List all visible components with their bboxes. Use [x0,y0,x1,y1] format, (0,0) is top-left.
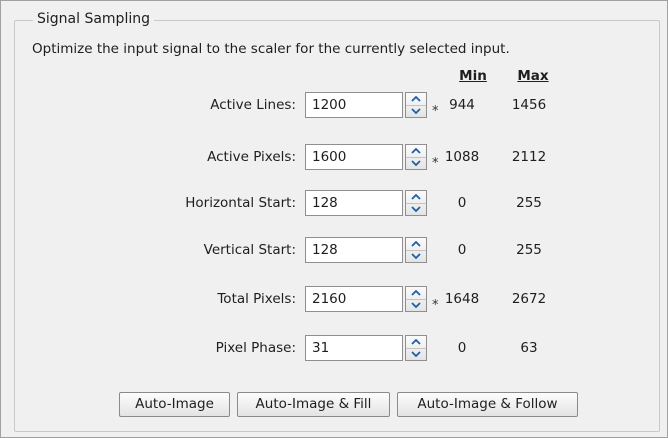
chevron-down-icon[interactable] [406,157,426,169]
horizontal-start-spinner[interactable] [405,190,427,216]
signal-sampling-panel: Signal Sampling Optimize the input signa… [0,0,668,438]
active-pixels-spinner[interactable] [405,144,427,170]
total-pixels-min: 1648 [444,291,480,307]
active-pixels-min: 1088 [444,149,480,165]
min-column-header: Min [459,68,487,84]
active-pixels-input[interactable] [305,144,403,170]
group-title: Signal Sampling [33,11,154,28]
horizontal-start-input[interactable] [305,190,403,216]
vertical-start-spinner[interactable] [405,237,427,263]
total-pixels-spinner[interactable] [405,286,427,312]
chevron-down-icon[interactable] [406,250,426,262]
chevron-down-icon[interactable] [406,299,426,311]
horizontal-start-label: Horizontal Start: [185,195,296,211]
max-column-header: Max [517,68,549,84]
chevron-down-icon[interactable] [406,203,426,215]
horizontal-start-max: 255 [516,195,542,211]
pixel-phase-max: 63 [520,340,538,356]
vertical-start-label: Vertical Start: [203,242,296,258]
auto-image-button[interactable]: Auto-Image [119,392,230,417]
auto-image-follow-button[interactable]: Auto-Image & Follow [397,392,578,417]
description-text: Optimize the input signal to the scaler … [32,41,510,57]
vertical-start-min: 0 [457,242,467,258]
active-lines-spinner[interactable] [405,92,427,118]
chevron-down-icon[interactable] [406,348,426,360]
active-pixels-max: 2112 [511,149,547,165]
signal-sampling-groupbox [14,20,660,432]
vertical-start-input[interactable] [305,237,403,263]
pixel-phase-input[interactable] [305,335,403,361]
vertical-start-max: 255 [516,242,542,258]
active-lines-max: 1456 [511,97,547,113]
chevron-down-icon[interactable] [406,105,426,117]
active-pixels-label: Active Pixels: [207,149,296,165]
active-lines-min: 944 [449,97,475,113]
active-lines-label: Active Lines: [210,97,296,113]
total-pixels-max: 2672 [511,291,547,307]
total-pixels-input[interactable] [305,286,403,312]
auto-image-fill-button[interactable]: Auto-Image & Fill [237,392,390,417]
active-lines-input[interactable] [305,92,403,118]
total-pixels-label: Total Pixels: [217,291,296,307]
pixel-phase-label: Pixel Phase: [215,340,296,356]
pixel-phase-min: 0 [457,340,467,356]
pixel-phase-spinner[interactable] [405,335,427,361]
horizontal-start-min: 0 [457,195,467,211]
